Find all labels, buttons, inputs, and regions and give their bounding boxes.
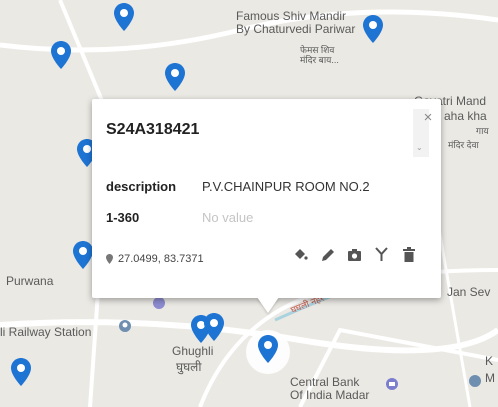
map-pin-icon[interactable] <box>362 14 384 44</box>
map-label-central-bank: Central Bank Of India Madar <box>290 375 370 402</box>
map-label-temple: Famous Shiv Mandir By Chaturvedi Pariwar <box>236 9 356 36</box>
field-value-description: P.V.CHAINPUR ROOM NO.2 <box>202 179 370 194</box>
coordinates-text: 27.0499, 83.7371 <box>118 253 204 265</box>
bank-icon[interactable] <box>385 377 399 391</box>
map-label-gayatri-hindi: गाय <box>476 126 489 136</box>
trash-icon[interactable] <box>401 246 416 263</box>
map-pin-icon[interactable] <box>164 62 186 92</box>
map-label-edge-m: M <box>485 371 495 385</box>
map-label-temple-hindi: फेमस शिव मंदिर बाय... <box>300 45 339 65</box>
map-label-edge-k: K <box>485 354 494 368</box>
close-icon[interactable]: × <box>421 110 435 125</box>
pencil-icon[interactable] <box>320 246 335 263</box>
map-pin-icon[interactable] <box>113 2 135 32</box>
fork-icon[interactable] <box>374 246 389 263</box>
field-label-description: description <box>106 179 177 194</box>
poi-marker-icon[interactable] <box>152 296 166 310</box>
map-label-ghughli: Ghughli <box>172 344 214 358</box>
field-label-1-360: 1-360 <box>106 210 140 225</box>
map-pin-icon[interactable] <box>72 240 94 270</box>
map-label-ghughli-hindi: घुघली <box>176 360 202 374</box>
map-label-jan-sev: Jan Sev <box>447 285 491 299</box>
chevron-down-icon[interactable]: ⌄ <box>416 143 423 152</box>
map-label-gayatri-hindi-2: मंदिर देवा <box>448 140 479 150</box>
selected-map-pin-icon[interactable] <box>257 334 279 364</box>
camera-icon[interactable] <box>347 246 362 263</box>
map-pin-icon[interactable] <box>10 357 32 387</box>
map-pin-icon[interactable] <box>203 312 225 342</box>
field-value-1-360: No value <box>202 210 254 225</box>
map-label-railway-station: li Railway Station <box>0 325 92 339</box>
location-pin-icon <box>106 254 113 264</box>
map-pin-icon[interactable] <box>50 40 72 70</box>
map-label-purwana: Purwana <box>6 274 54 288</box>
poi-edge-icon[interactable] <box>468 374 482 388</box>
coordinates-readout: 27.0499, 83.7371 <box>106 253 204 265</box>
feature-info-popup: S24A318421 × ⌄ description P.V.CHAINPUR … <box>92 99 441 298</box>
map-label-gayatri-2: aha kha <box>444 109 487 123</box>
paint-bucket-icon[interactable] <box>293 246 308 263</box>
feature-id-title: S24A318421 <box>106 121 200 138</box>
popup-pointer <box>257 297 279 313</box>
popup-toolbar <box>293 246 416 263</box>
railway-station-icon[interactable] <box>118 319 132 333</box>
